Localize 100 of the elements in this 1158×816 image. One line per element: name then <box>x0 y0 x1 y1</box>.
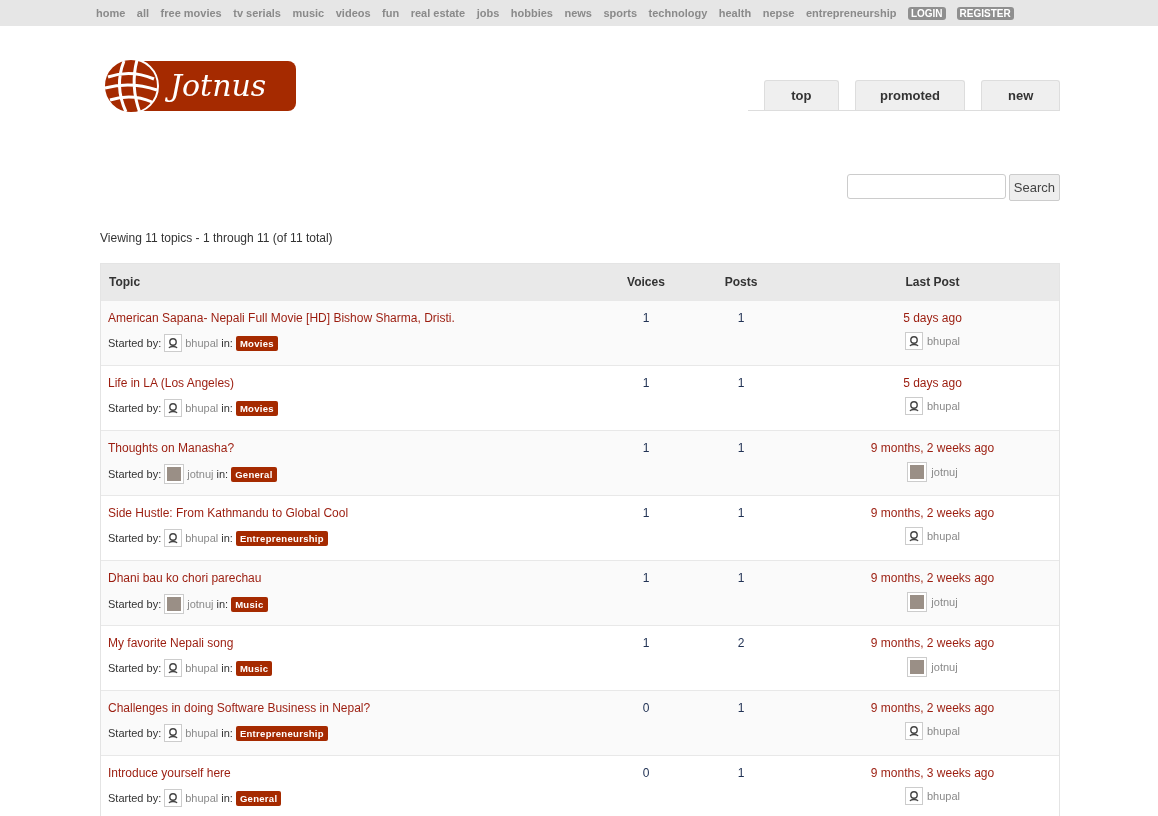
author-link[interactable]: bhupal <box>185 662 219 674</box>
posts-count: 1 <box>736 570 746 585</box>
nav-link[interactable]: technology <box>648 7 708 19</box>
forum-tag[interactable]: General <box>235 790 282 806</box>
last-post-link[interactable]: 9 months, 2 weeks ago <box>870 441 995 455</box>
nav-link[interactable]: tv serials <box>233 7 281 19</box>
nav-link[interactable]: fun <box>382 7 400 19</box>
nav-link[interactable]: real estate <box>410 7 466 19</box>
last-poster-link[interactable]: bhupal <box>926 335 960 347</box>
avatar-icon <box>164 659 183 677</box>
column-header: Voices <box>626 275 666 289</box>
author-link[interactable]: bhupal <box>185 792 219 804</box>
avatar-icon <box>164 529 183 547</box>
topic-link[interactable]: My favorite Nepali song <box>108 636 616 650</box>
tab[interactable]: promoted <box>854 80 966 110</box>
nav-link[interactable]: entrepreneurship <box>805 7 897 19</box>
tab[interactable]: new <box>981 80 1060 110</box>
voices-count: 1 <box>641 440 651 455</box>
posts-count: 1 <box>736 505 746 520</box>
nav-link[interactable]: nepse <box>762 7 795 19</box>
nav-link[interactable]: all <box>136 7 150 19</box>
last-post-link[interactable]: 9 months, 2 weeks ago <box>870 506 995 520</box>
last-post-link[interactable]: 9 months, 2 weeks ago <box>870 701 995 715</box>
last-post-link[interactable]: 9 months, 2 weeks ago <box>870 636 995 650</box>
nav-link[interactable]: free movies <box>160 7 222 19</box>
in-label: in: <box>216 468 229 480</box>
nav-link[interactable]: hobbies <box>510 7 553 19</box>
topic-link[interactable]: Introduce yourself here <box>108 766 616 780</box>
started-by-label: Started by: <box>108 598 162 610</box>
in-label: in: <box>221 532 233 544</box>
last-poster-link[interactable]: bhupal <box>926 400 960 412</box>
forum-tag[interactable]: General <box>231 466 277 482</box>
started-by-label: Started by: <box>108 662 162 674</box>
column-header: Posts <box>723 275 759 289</box>
started-by-label: Started by: <box>108 468 162 480</box>
voices-count: 1 <box>641 375 651 390</box>
nav-link[interactable]: videos <box>335 7 371 19</box>
in-label: in: <box>216 598 229 610</box>
column-header: Topic <box>109 275 142 289</box>
last-poster-link[interactable]: jotnuj <box>931 596 958 608</box>
topic-count-text: Viewing 11 topics - 1 through 11 (of 11 total) <box>100 231 334 245</box>
posts-count: 1 <box>736 375 746 390</box>
voices-count: 1 <box>641 310 651 325</box>
forum-tag[interactable]: Music <box>235 660 273 676</box>
auth-button[interactable]: LOGIN <box>907 6 946 20</box>
last-poster-link[interactable]: bhupal <box>926 790 960 802</box>
nav-link[interactable]: jobs <box>476 7 500 19</box>
auth-button[interactable]: REGISTER <box>956 6 1014 20</box>
avatar-icon <box>904 787 923 805</box>
nav-link[interactable]: health <box>718 7 752 19</box>
voices-count: 1 <box>641 635 651 650</box>
nav-link[interactable]: news <box>564 7 592 19</box>
started-by-label: Started by: <box>108 402 162 414</box>
nav-link[interactable]: music <box>292 7 325 19</box>
last-poster-link[interactable]: jotnuj <box>931 661 958 673</box>
author-link[interactable]: bhupal <box>185 727 219 739</box>
last-post-link[interactable]: 5 days ago <box>903 376 962 390</box>
last-poster-link[interactable]: jotnuj <box>931 466 958 478</box>
author-link[interactable]: jotnuj <box>187 468 214 480</box>
topic-link[interactable]: Life in LA (Los Angeles) <box>108 376 616 390</box>
topic-link[interactable]: American Sapana- Nepali Full Movie [HD] Bishow Sharma, Dristi. <box>108 311 616 325</box>
voices-count: 0 <box>641 765 651 780</box>
in-label: in: <box>221 792 233 804</box>
globe-icon <box>102 57 160 115</box>
avatar <box>907 592 928 612</box>
nav-link[interactable]: home <box>96 7 126 19</box>
author-link[interactable]: bhupal <box>185 402 219 414</box>
topic-link[interactable]: Dhani bau ko chori parechau <box>108 571 616 585</box>
avatar-icon <box>904 397 923 415</box>
started-by-label: Started by: <box>108 792 162 804</box>
avatar <box>907 657 928 677</box>
last-post-link[interactable]: 5 days ago <box>903 311 962 325</box>
avatar-icon <box>904 527 923 545</box>
topic-link[interactable]: Side Hustle: From Kathmandu to Global Cool <box>108 506 616 520</box>
in-label: in: <box>221 402 233 414</box>
nav-link[interactable]: sports <box>603 7 638 19</box>
forum-tag[interactable]: Movies <box>235 335 278 351</box>
posts-count: 1 <box>736 440 746 455</box>
avatar <box>907 462 928 482</box>
avatar-icon <box>904 722 923 740</box>
forum-tag[interactable]: Movies <box>235 400 278 416</box>
author-link[interactable]: bhupal <box>185 337 219 349</box>
search-field[interactable] <box>846 174 1006 199</box>
posts-count: 1 <box>736 700 746 715</box>
forum-tag[interactable]: Music <box>231 596 268 612</box>
topic-link[interactable]: Challenges in doing Software Business in Nepal? <box>108 701 616 715</box>
last-poster-link[interactable]: bhupal <box>926 530 960 542</box>
forum-tag[interactable]: Entrepreneurship <box>235 725 328 741</box>
in-label: in: <box>221 337 233 349</box>
posts-count: 1 <box>736 765 746 780</box>
topic-link[interactable]: Thoughts on Manasha? <box>108 441 616 455</box>
author-link[interactable]: bhupal <box>185 532 219 544</box>
last-post-link[interactable]: 9 months, 3 weeks ago <box>870 766 995 780</box>
author-link[interactable]: jotnuj <box>187 598 214 610</box>
forum-tag[interactable]: Entrepreneurship <box>235 530 328 546</box>
search-button[interactable]: Search <box>1008 174 1060 201</box>
tab[interactable]: top <box>764 80 839 110</box>
last-poster-link[interactable]: bhupal <box>926 725 960 737</box>
avatar-icon <box>164 399 183 417</box>
last-post-link[interactable]: 9 months, 2 weeks ago <box>870 571 995 585</box>
